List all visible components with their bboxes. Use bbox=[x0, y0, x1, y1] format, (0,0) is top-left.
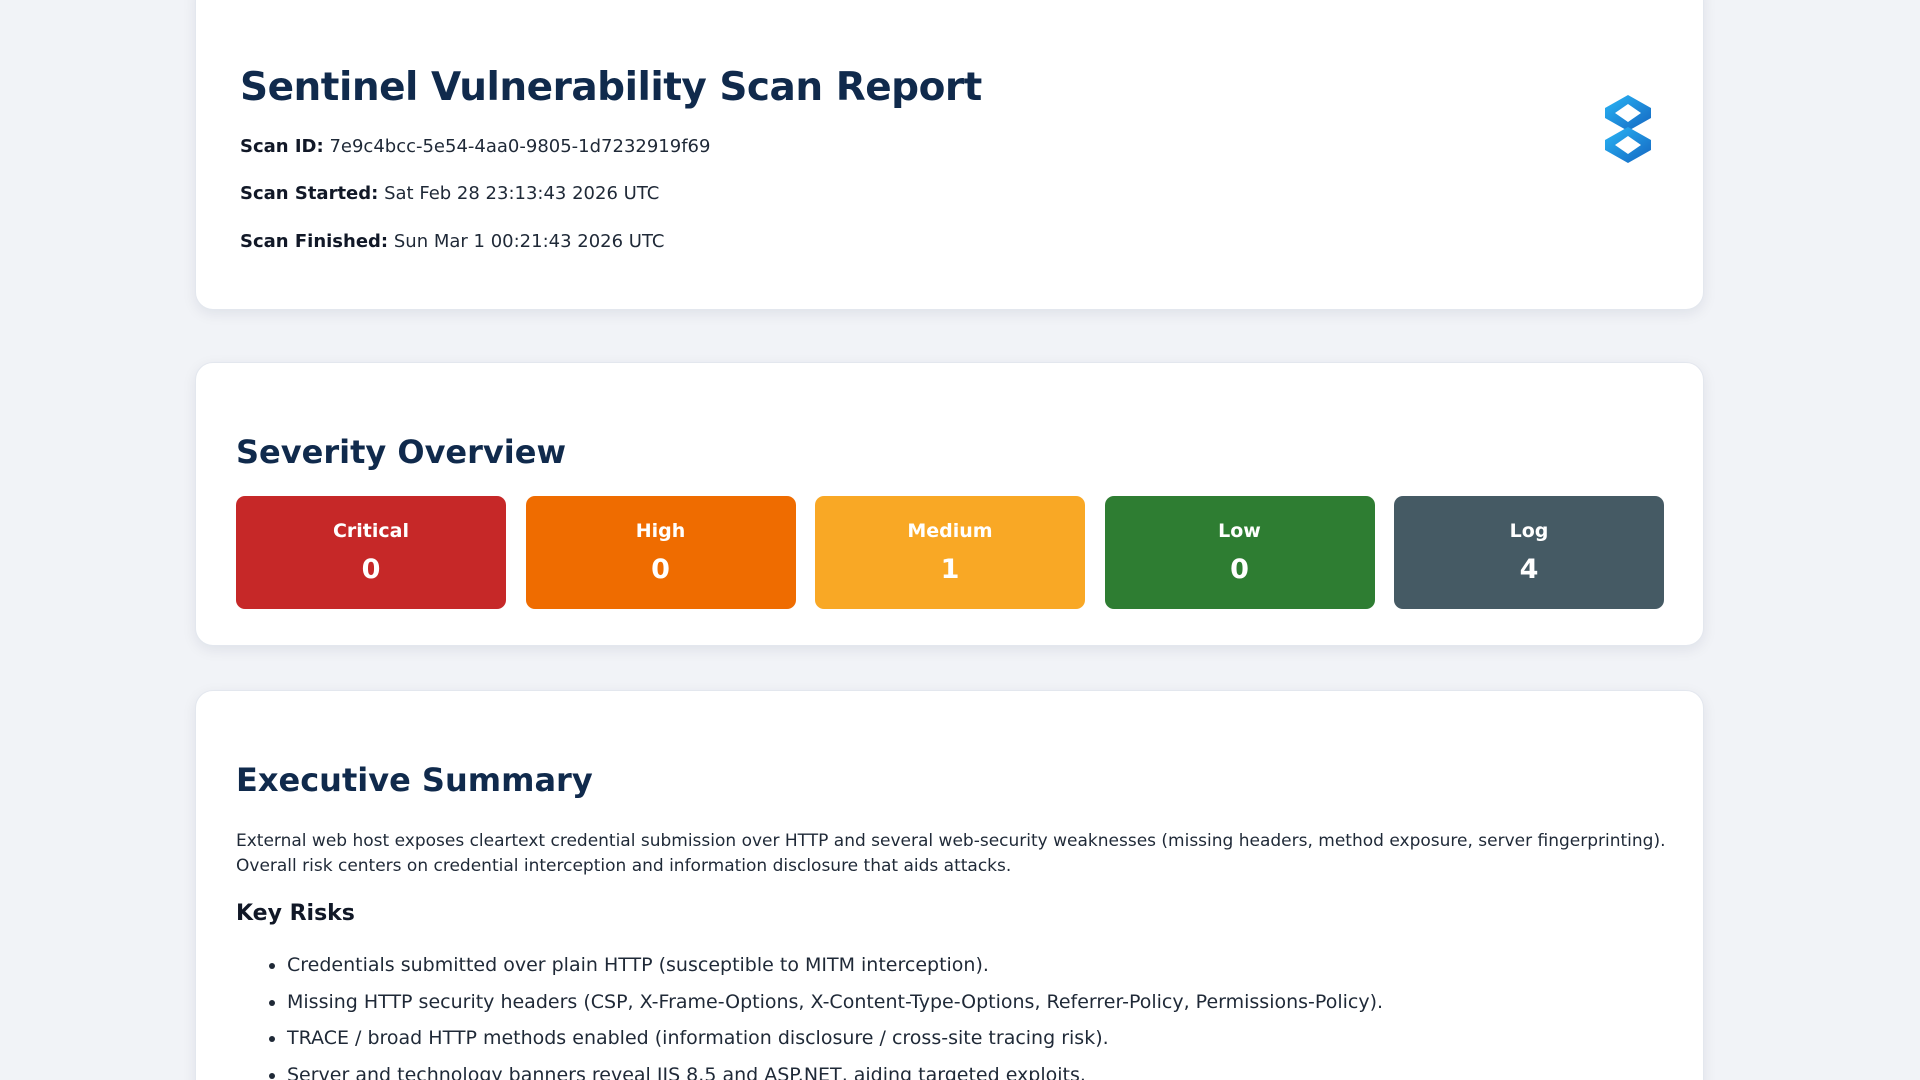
severity-overview-card: Severity Overview Critical 0 High 0 Medi… bbox=[195, 362, 1704, 646]
scan-finished-value: Sun Mar 1 00:21:43 2026 UTC bbox=[393, 231, 665, 252]
scan-finished-line: Scan Finished: Sun Mar 1 00:21:43 2026 U… bbox=[240, 231, 664, 252]
severity-low-box: Low 0 bbox=[1104, 496, 1375, 609]
severity-row: Critical 0 High 0 Medium 1 Low 0 Log 4 bbox=[236, 496, 1664, 609]
executive-summary-title: Executive Summary bbox=[236, 761, 593, 799]
report-page: Sentinel Vulnerability Scan Report Scan … bbox=[0, 0, 1920, 1080]
sentinel-logo-icon bbox=[1605, 95, 1651, 163]
severity-critical-count: 0 bbox=[361, 554, 381, 585]
scan-id-line: Scan ID: 7e9c4bcc-5e54-4aa0-9805-1d72329… bbox=[240, 136, 710, 157]
scan-started-label: Scan Started: bbox=[240, 183, 379, 204]
severity-high-count: 0 bbox=[651, 554, 670, 585]
severity-medium-label: Medium bbox=[907, 520, 993, 542]
severity-critical-box: Critical 0 bbox=[236, 496, 506, 609]
key-risks-list: Credentials submitted over plain HTTP (s… bbox=[236, 953, 1383, 1080]
severity-medium-box: Medium 1 bbox=[815, 496, 1085, 609]
severity-log-count: 4 bbox=[1519, 554, 1539, 585]
scan-id-label: Scan ID: bbox=[240, 136, 324, 157]
key-risks-title: Key Risks bbox=[236, 901, 355, 926]
severity-critical-label: Critical bbox=[332, 520, 410, 542]
report-title: Sentinel Vulnerability Scan Report bbox=[240, 65, 982, 110]
severity-medium-count: 1 bbox=[940, 554, 960, 585]
key-risk-item: TRACE / broad HTTP methods enabled (info… bbox=[287, 1026, 1383, 1063]
key-risk-item: Credentials submitted over plain HTTP (s… bbox=[287, 953, 1383, 990]
severity-high-label: High bbox=[635, 520, 686, 542]
severity-overview-title: Severity Overview bbox=[236, 433, 566, 471]
executive-summary-card: Executive Summary External web host expo… bbox=[195, 690, 1704, 1080]
scan-started-line: Scan Started: Sat Feb 28 23:13:43 2026 U… bbox=[240, 183, 659, 204]
severity-low-count: 0 bbox=[1230, 554, 1249, 585]
scan-started-value: Sat Feb 28 23:13:43 2026 UTC bbox=[384, 183, 660, 204]
key-risk-item: Server and technology banners reveal IIS… bbox=[287, 1063, 1383, 1080]
severity-high-box: High 0 bbox=[525, 496, 796, 609]
severity-log-box: Log 4 bbox=[1394, 496, 1664, 609]
severity-log-label: Log bbox=[1509, 520, 1549, 542]
severity-low-label: Low bbox=[1218, 520, 1261, 542]
key-risk-item: Missing HTTP security headers (CSP, X-Fr… bbox=[287, 990, 1383, 1027]
scan-id-value: 7e9c4bcc-5e54-4aa0-9805-1d7232919f69 bbox=[329, 136, 711, 157]
scan-finished-label: Scan Finished: bbox=[240, 231, 389, 252]
report-header-card: Sentinel Vulnerability Scan Report Scan … bbox=[195, 0, 1704, 310]
executive-summary-text: External web host exposes cleartext cred… bbox=[236, 831, 1666, 876]
